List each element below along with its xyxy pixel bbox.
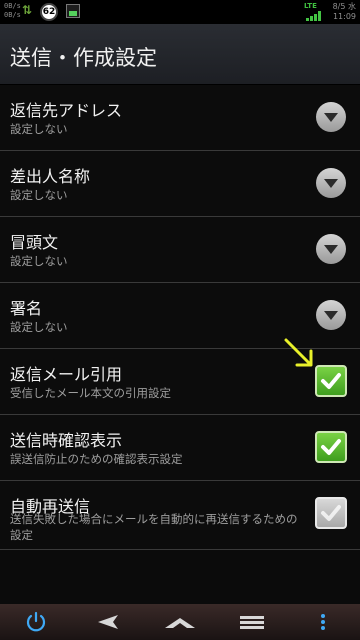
dropdown-icon[interactable] (316, 234, 346, 264)
status-bar: 0B/s 0B/s ⇅ 62 LTE 8/5 水 11:09 (0, 0, 360, 24)
status-time: 11:09 (332, 12, 356, 21)
status-date: 8/5 水 (332, 2, 356, 11)
setting-summary: 送信失敗した場合にメールを自動的に再送信するための設定 (10, 512, 298, 542)
setting-auto-resend[interactable]: 自動再送信 送信失敗した場合にメールを自動的に再送信するための設定 (0, 481, 360, 550)
page-title: 送信・作成設定 (10, 46, 157, 70)
recent-apps-icon[interactable] (238, 610, 266, 634)
setting-title: 差出人名称 (10, 167, 91, 186)
download-speed: 0B/s (4, 11, 21, 19)
setting-title: 返信先アドレス (10, 101, 123, 120)
auto-resend-checkbox[interactable] (315, 497, 347, 529)
setting-title: 冒頭文 (10, 233, 59, 252)
setting-sender-name[interactable]: 差出人名称 設定しない (0, 151, 360, 217)
checkmark-icon (321, 373, 341, 389)
signal-icon (306, 11, 322, 21)
setting-summary: 設定しない (10, 122, 68, 136)
annotation-arrow-icon (284, 338, 313, 367)
power-icon[interactable] (24, 610, 48, 634)
temperature-badge: 62 (40, 3, 58, 21)
settings-list: 返信先アドレス 設定しない 差出人名称 設定しない 冒頭文 設定しない 署名 設… (0, 85, 360, 550)
setting-send-confirm[interactable]: 送信時確認表示 誤送信防止のための確認表示設定 (0, 415, 360, 481)
checkmark-icon (321, 439, 341, 455)
home-icon[interactable] (163, 610, 197, 634)
setting-summary: 受信したメール本文の引用設定 (10, 386, 171, 400)
setting-summary: 設定しない (10, 188, 68, 202)
setting-summary: 設定しない (10, 320, 68, 334)
image-notification-icon (66, 4, 80, 18)
title-bar: 送信・作成設定 (0, 24, 360, 85)
status-clock: 8/5 水 11:09 (328, 2, 356, 22)
setting-reply-address[interactable]: 返信先アドレス 設定しない (0, 85, 360, 151)
network-speed: 0B/s 0B/s (4, 2, 21, 20)
network-type: LTE (304, 2, 317, 10)
setting-summary: 誤送信防止のための確認表示設定 (10, 452, 183, 466)
setting-title: 送信時確認表示 (10, 431, 123, 450)
send-confirm-checkbox[interactable] (315, 431, 347, 463)
back-icon[interactable] (96, 610, 122, 634)
dropdown-icon[interactable] (316, 102, 346, 132)
setting-summary: 設定しない (10, 254, 68, 268)
menu-icon[interactable] (316, 610, 330, 634)
data-transfer-icon: ⇅ (22, 3, 33, 17)
setting-opening-text[interactable]: 冒頭文 設定しない (0, 217, 360, 283)
reply-quote-checkbox[interactable] (315, 365, 347, 397)
upload-speed: 0B/s (4, 2, 21, 10)
setting-title: 返信メール引用 (10, 365, 123, 384)
setting-title: 署名 (10, 299, 43, 318)
checkmark-icon (321, 505, 341, 521)
dropdown-icon[interactable] (316, 168, 346, 198)
dropdown-icon[interactable] (316, 300, 346, 330)
navigation-bar (0, 604, 360, 640)
